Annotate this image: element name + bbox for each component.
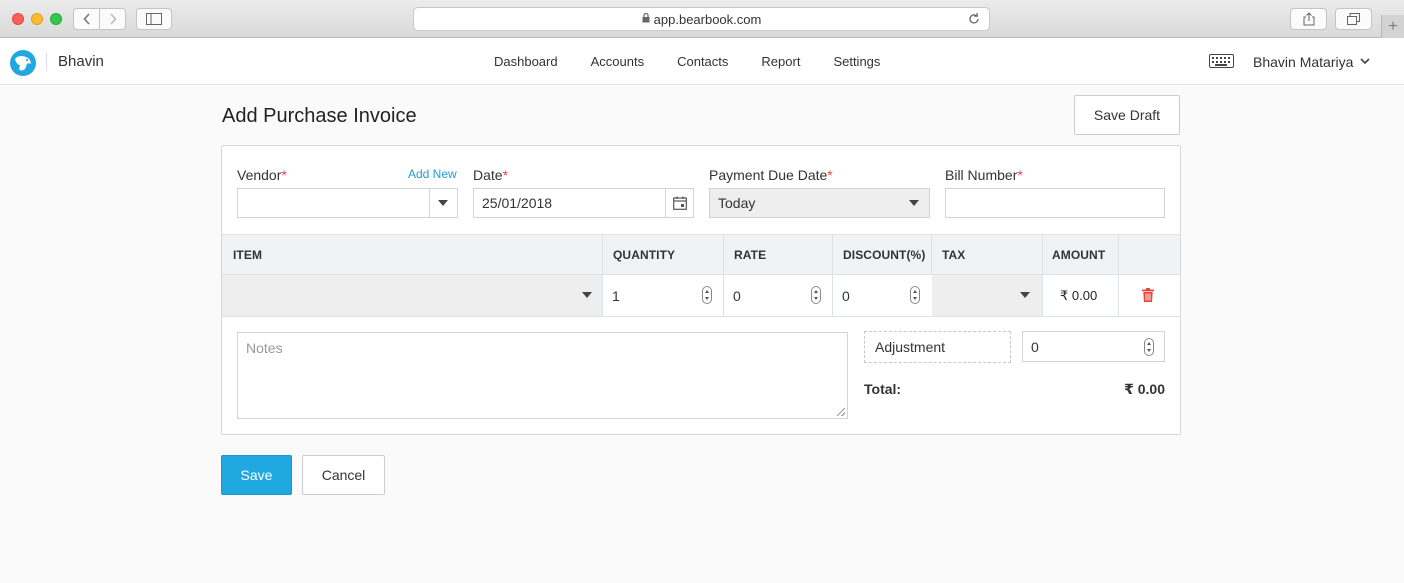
vendor-dropdown-toggle[interactable] (429, 189, 457, 217)
adjustment-label: Adjustment (875, 339, 946, 355)
share-icon[interactable] (1290, 8, 1327, 30)
column-header-tax: TAX (942, 248, 966, 262)
column-divider (832, 235, 833, 275)
adjustment-stepper[interactable] (1144, 338, 1154, 356)
back-icon[interactable] (74, 9, 99, 29)
nav-settings[interactable]: Settings (833, 54, 880, 69)
history-nav (73, 8, 126, 30)
payment-due-label: Payment Due Date* (709, 167, 833, 183)
column-divider (602, 275, 603, 316)
nav-report[interactable]: Report (761, 54, 800, 69)
required-mark: * (281, 167, 287, 183)
column-header-quantity: QUANTITY (613, 248, 676, 262)
date-label: Date* (473, 167, 508, 183)
adjustment-input[interactable]: 0 (1022, 331, 1165, 362)
column-header-item: ITEM (233, 248, 263, 262)
required-mark: * (502, 167, 509, 183)
user-menu[interactable]: Bhavin Matariya (1253, 54, 1370, 70)
row-amount: ₹ 0.00 (1060, 288, 1098, 303)
keyboard-icon[interactable] (1209, 54, 1234, 68)
column-divider (931, 235, 932, 275)
forward-icon[interactable] (99, 9, 125, 29)
chevron-down-icon (1020, 292, 1030, 298)
tax-select[interactable] (932, 275, 1042, 316)
column-header-discount: DISCOUNT(%) (843, 248, 926, 262)
bill-number-input[interactable] (945, 188, 1165, 218)
page-title: Add Purchase Invoice (222, 105, 417, 127)
date-value: 25/01/2018 (482, 195, 553, 211)
column-divider (723, 275, 724, 316)
browser-toolbar: app.bearbook.com + (0, 0, 1404, 38)
resize-handle[interactable] (837, 408, 845, 416)
save-draft-button[interactable]: Save Draft (1074, 95, 1180, 135)
date-label-text: Date (473, 167, 503, 183)
required-mark: * (827, 167, 833, 183)
quantity-stepper[interactable] (702, 286, 712, 304)
table-row: 1 0 0 ₹ 0.00 (222, 275, 1180, 317)
lock-icon (642, 12, 650, 26)
total-label: Total: (864, 381, 902, 397)
discount-input[interactable]: 0 (842, 288, 850, 304)
new-tab-icon[interactable]: + (1381, 15, 1404, 38)
user-name: Bhavin Matariya (1253, 54, 1354, 70)
zoom-window-button[interactable] (50, 13, 62, 25)
bill-number-label: Bill Number* (945, 167, 1023, 183)
required-mark: * (1017, 167, 1023, 183)
item-select[interactable] (222, 275, 602, 316)
column-header-amount: AMOUNT (1052, 248, 1106, 262)
column-divider (1118, 275, 1119, 316)
discount-stepper[interactable] (910, 286, 920, 304)
minimize-window-button[interactable] (31, 13, 43, 25)
save-button[interactable]: Save (221, 455, 292, 495)
column-divider (1118, 235, 1119, 275)
cancel-button[interactable]: Cancel (302, 455, 385, 495)
rate-stepper[interactable] (811, 286, 821, 304)
trash-icon[interactable] (1142, 288, 1154, 307)
chevron-down-icon (909, 200, 919, 206)
vendor-label-text: Vendor (237, 167, 282, 183)
column-divider (832, 275, 833, 316)
total-value: ₹ 0.00 (1124, 381, 1165, 397)
nav-dashboard[interactable]: Dashboard (494, 54, 558, 69)
rate-input[interactable]: 0 (733, 288, 741, 304)
add-new-vendor-link[interactable]: Add New (408, 167, 457, 181)
items-table-header: ITEM QUANTITY RATE DISCOUNT(%) TAX AMOUN… (222, 234, 1180, 275)
bear-logo-icon[interactable] (10, 50, 36, 76)
vendor-select[interactable] (237, 188, 458, 218)
notes-textarea[interactable]: Notes (237, 332, 848, 419)
vendor-label: Vendor* (237, 167, 287, 183)
app-header: Bhavin Dashboard Accounts Contacts Repor… (0, 38, 1404, 85)
reload-icon[interactable] (968, 12, 980, 28)
tabs-icon[interactable] (1335, 8, 1372, 30)
notes-placeholder: Notes (246, 340, 283, 356)
address-bar[interactable]: app.bearbook.com (413, 7, 990, 31)
date-input[interactable]: 25/01/2018 (473, 188, 694, 218)
nav-contacts[interactable]: Contacts (677, 54, 728, 69)
close-window-button[interactable] (12, 13, 24, 25)
calendar-icon[interactable] (665, 189, 693, 217)
column-divider (1042, 275, 1043, 316)
brand-divider (46, 53, 47, 71)
payment-due-label-text: Payment Due Date (709, 167, 828, 183)
column-header-rate: RATE (734, 248, 767, 262)
adjustment-value: 0 (1031, 338, 1039, 355)
chevron-down-icon (438, 200, 448, 206)
bill-number-label-text: Bill Number (945, 167, 1018, 183)
brand-name[interactable]: Bhavin (58, 53, 104, 70)
payment-due-value: Today (718, 195, 756, 211)
nav-accounts[interactable]: Accounts (591, 54, 644, 69)
adjustment-label-box[interactable]: Adjustment (864, 331, 1011, 363)
quantity-input[interactable]: 1 (612, 288, 620, 304)
main-menu: Dashboard Accounts Contacts Report Setti… (494, 54, 913, 69)
column-divider (1042, 235, 1043, 275)
sidebar-icon[interactable] (136, 8, 172, 30)
chevron-down-icon (582, 292, 592, 298)
url-text: app.bearbook.com (653, 11, 762, 27)
chevron-down-icon (1360, 57, 1370, 68)
column-divider (602, 235, 603, 275)
payment-due-select[interactable]: Today (709, 188, 930, 218)
invoice-form: Vendor* Add New Date* 25/01/2018 Payment… (221, 145, 1181, 435)
column-divider (723, 235, 724, 275)
